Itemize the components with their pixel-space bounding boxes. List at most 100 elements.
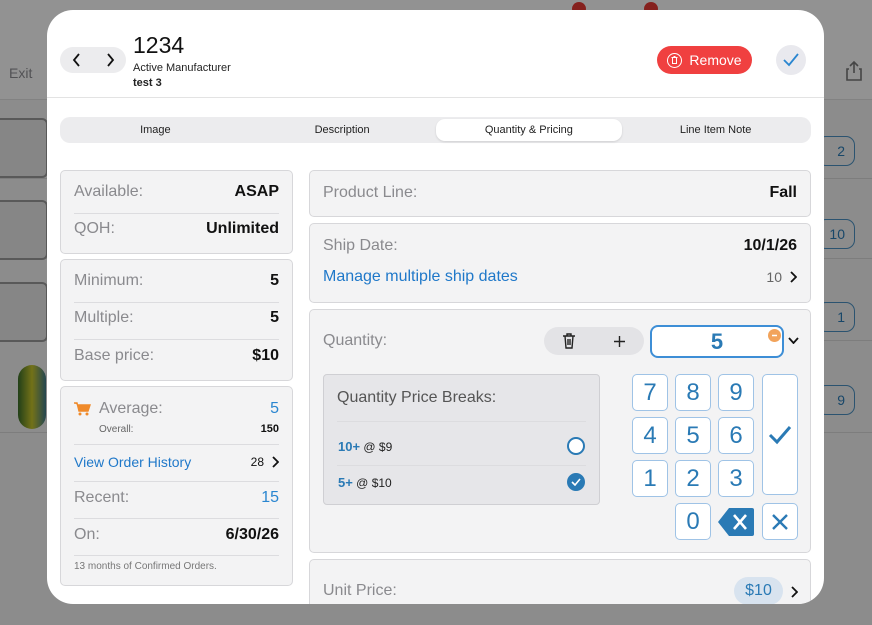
keypad-8[interactable]: 8 xyxy=(675,374,711,411)
stock-card: Available: ASAP QOH: Unlimited xyxy=(60,170,293,254)
keypad-1[interactable]: 1 xyxy=(632,460,668,497)
order-history-count: 28 xyxy=(250,455,264,469)
ship-date-label: Ship Date: xyxy=(323,237,398,254)
multiple-value: 5 xyxy=(270,309,279,326)
keypad-6[interactable]: 6 xyxy=(718,417,754,454)
keypad-enter-button[interactable] xyxy=(762,374,798,495)
manage-ship-dates-link[interactable]: Manage multiple ship dates xyxy=(323,268,518,286)
unit-price-label: Unit Price: xyxy=(323,582,397,599)
multiple-label: Multiple: xyxy=(74,309,134,326)
divider xyxy=(74,481,279,482)
item-title: 1234 xyxy=(133,32,185,58)
keypad-2[interactable]: 2 xyxy=(675,460,711,497)
manage-ship-dates-row[interactable]: Manage multiple ship dates 10 xyxy=(323,268,797,286)
keypad-7[interactable]: 7 xyxy=(632,374,668,411)
divider xyxy=(74,444,279,445)
manufacturer-name: Active Manufacturer xyxy=(133,62,231,74)
divider xyxy=(74,213,279,214)
divider xyxy=(74,518,279,519)
price-breaks-title: Quantity Price Breaks: xyxy=(337,389,497,406)
item-subtitle: test 3 xyxy=(133,77,162,89)
average-label: Average: xyxy=(99,400,163,417)
keypad-4[interactable]: 4 xyxy=(632,417,668,454)
tab-quantity-pricing[interactable]: Quantity & Pricing xyxy=(435,119,623,141)
tab-line-item-note[interactable]: Line Item Note xyxy=(622,119,809,141)
overall-value: 150 xyxy=(260,423,279,435)
backspace-icon[interactable] xyxy=(717,506,755,538)
divider xyxy=(74,302,279,303)
divider xyxy=(337,421,586,422)
cart-icon xyxy=(74,402,91,416)
base-price-value: $10 xyxy=(252,347,279,364)
tab-description[interactable]: Description xyxy=(249,119,436,141)
checkmark-icon xyxy=(783,53,799,67)
product-line-value: Fall xyxy=(769,184,797,201)
checkmark-icon xyxy=(768,425,792,444)
view-order-history-row[interactable]: View Order History 28 xyxy=(74,454,279,470)
order-history-card: Average: 5 Overall: 150 View Order Histor… xyxy=(60,386,293,586)
unit-price-card: Unit Price: $10 xyxy=(309,559,811,604)
remove-label: Remove xyxy=(689,52,742,68)
chevron-left-icon[interactable] xyxy=(72,53,82,67)
overall-label: Overall: xyxy=(99,423,134,435)
available-value: ASAP xyxy=(234,183,279,200)
price-break-row[interactable]: 5+ @ $10 xyxy=(338,473,585,491)
qoh-value: Unlimited xyxy=(206,220,279,237)
keypad-5[interactable]: 5 xyxy=(675,417,711,454)
checkmark-icon xyxy=(571,478,581,486)
qoh-label: QOH: xyxy=(74,220,115,237)
item-navigation xyxy=(60,47,126,73)
chevron-right-icon[interactable] xyxy=(105,53,115,67)
divider xyxy=(74,555,279,556)
quantity-card: Quantity: 5 Quantity Price Breaks: 10+ @… xyxy=(309,309,811,553)
radio-button[interactable] xyxy=(567,437,585,455)
keypad-clear-button[interactable] xyxy=(762,503,798,540)
quantity-label: Quantity: xyxy=(323,332,388,349)
price-break-price: @ $9 xyxy=(363,439,393,454)
minimum-label: Minimum: xyxy=(74,272,144,289)
on-date-value: 6/30/26 xyxy=(225,526,279,543)
on-date-label: On: xyxy=(74,526,100,543)
quantity-price-breaks: Quantity Price Breaks: 10+ @ $9 5+ @ $10 xyxy=(323,374,600,505)
chevron-down-icon[interactable] xyxy=(788,337,799,344)
unit-price-value[interactable]: $10 xyxy=(734,577,783,604)
plus-icon[interactable] xyxy=(613,335,626,348)
order-rules-card: Minimum: 5 Multiple: 5 Base price: $10 xyxy=(60,259,293,381)
chevron-right-icon xyxy=(272,456,279,468)
trash-icon[interactable] xyxy=(562,333,576,349)
quantity-tools xyxy=(544,327,644,355)
price-break-qty: 10+ xyxy=(338,438,361,454)
recent-label: Recent: xyxy=(74,489,130,506)
tab-image[interactable]: Image xyxy=(62,119,249,141)
history-footnote: 13 months of Confirmed Orders. xyxy=(74,561,217,572)
chevron-right-icon xyxy=(790,271,797,283)
recent-value: 15 xyxy=(261,489,279,506)
chevron-right-icon[interactable] xyxy=(791,586,798,598)
keypad-0[interactable]: 0 xyxy=(675,503,711,540)
modal-header: 1234 Active Manufacturer test 3 Remove xyxy=(47,10,824,98)
keypad-9[interactable]: 9 xyxy=(718,374,754,411)
minimum-value: 5 xyxy=(270,272,279,289)
product-line-card: Product Line: Fall xyxy=(309,170,811,217)
base-price-label: Base price: xyxy=(74,347,155,364)
alert-badge-icon xyxy=(768,329,781,342)
item-detail-modal: 1234 Active Manufacturer test 3 Remove I… xyxy=(47,10,824,604)
average-value: 5 xyxy=(270,400,279,417)
ship-date-card: Ship Date: 10/1/26 Manage multiple ship d… xyxy=(309,223,811,303)
quantity-input[interactable]: 5 xyxy=(650,325,784,358)
view-order-history-link[interactable]: View Order History xyxy=(74,454,191,470)
ship-date-value: 10/1/26 xyxy=(743,237,797,254)
ship-dates-count: 10 xyxy=(766,269,782,285)
tab-bar: Image Description Quantity & Pricing Lin… xyxy=(60,117,811,143)
price-break-row[interactable]: 10+ @ $9 xyxy=(338,437,585,455)
keypad-3[interactable]: 3 xyxy=(718,460,754,497)
radio-button-selected[interactable] xyxy=(567,473,585,491)
price-break-qty: 5+ xyxy=(338,474,353,490)
done-button[interactable] xyxy=(776,45,806,75)
divider xyxy=(74,339,279,340)
divider xyxy=(337,465,586,466)
trash-icon xyxy=(667,52,683,68)
product-line-label: Product Line: xyxy=(323,184,418,201)
price-break-price: @ $10 xyxy=(356,475,392,490)
remove-button[interactable]: Remove xyxy=(657,46,752,74)
